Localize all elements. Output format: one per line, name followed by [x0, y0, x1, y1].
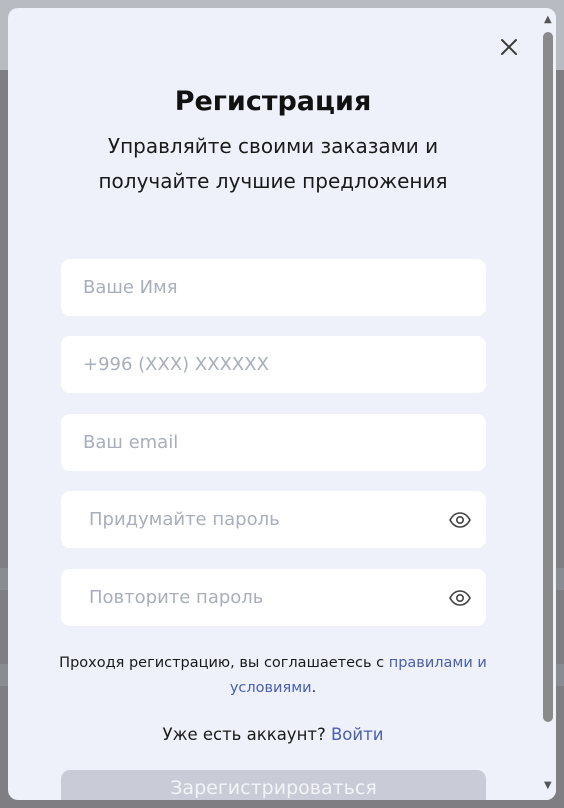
- registration-modal: Регистрация Управляйте своими заказами и…: [8, 8, 556, 800]
- close-icon[interactable]: [498, 36, 520, 58]
- eye-icon[interactable]: [448, 586, 472, 610]
- login-link[interactable]: Войти: [331, 725, 383, 744]
- scrollbar-thumb[interactable]: [543, 32, 553, 722]
- terms-agreement: Проходя регистрацию, вы соглашаетесь с п…: [52, 651, 494, 701]
- name-input[interactable]: [61, 259, 486, 316]
- email-input[interactable]: [61, 414, 486, 471]
- login-prompt: Уже есть аккаунт? Войти: [8, 725, 538, 744]
- terms-text: Проходя регистрацию, вы соглашаетесь с: [59, 655, 385, 671]
- scroll-down-icon[interactable]: ▼: [544, 780, 552, 791]
- eye-icon[interactable]: [448, 508, 472, 532]
- email-field: [61, 414, 486, 471]
- have-account-text: Уже есть аккаунт?: [162, 725, 326, 744]
- scroll-up-icon[interactable]: ▲: [544, 14, 552, 25]
- password-field: [61, 491, 486, 548]
- password-repeat-input[interactable]: [61, 569, 486, 626]
- password-repeat-field: [61, 569, 486, 626]
- modal-title: Регистрация: [174, 86, 372, 117]
- phone-field: [61, 336, 486, 393]
- register-button[interactable]: Зарегистрироваться: [61, 770, 486, 800]
- terms-end: .: [311, 680, 317, 696]
- name-field: [61, 259, 486, 316]
- password-input[interactable]: [61, 491, 486, 548]
- phone-input[interactable]: [61, 336, 486, 393]
- modal-subtitle: Управляйте своими заказами и получайте л…: [98, 134, 448, 193]
